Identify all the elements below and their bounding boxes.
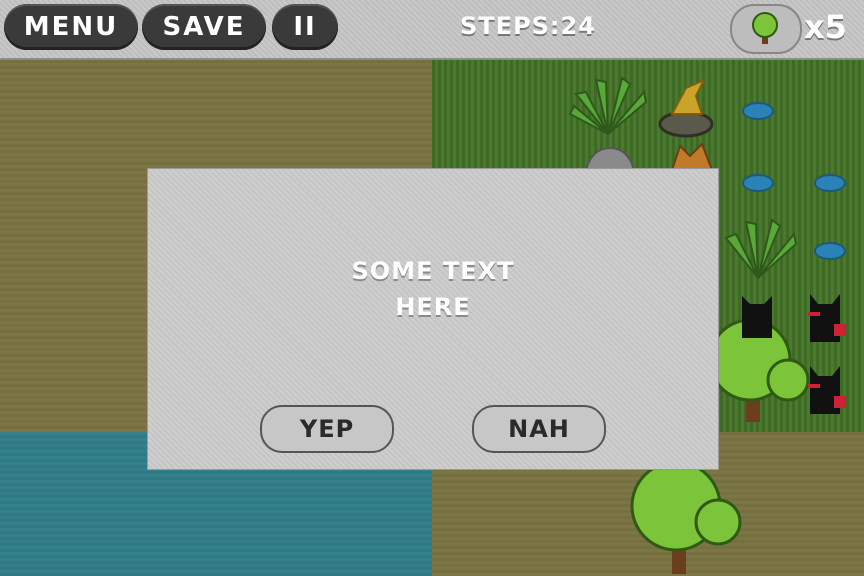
tree-count-value: x5 — [804, 8, 847, 46]
nah-button[interactable]: NAH — [472, 405, 606, 453]
black-cat-creature — [808, 294, 846, 342]
tree-icon — [752, 12, 778, 44]
top-toolbar: MENU SAVE II STEPS:24 x5 — [0, 0, 864, 60]
bush — [630, 460, 742, 574]
yep-button[interactable]: YEP — [260, 405, 394, 453]
water-puddle — [814, 242, 846, 260]
steps-counter: STEPS:24 — [460, 12, 596, 40]
menu-button[interactable]: MENU — [4, 4, 138, 50]
fern-plant — [568, 76, 648, 135]
water-puddle — [742, 102, 774, 120]
pause-icon: II — [293, 12, 317, 42]
save-button[interactable]: SAVE — [142, 4, 266, 50]
confirm-dialog: SOME TEXT HERE YEP NAH — [147, 168, 719, 470]
water-puddle — [814, 174, 846, 192]
tree-counter-badge — [730, 4, 802, 54]
fern-plant — [724, 218, 798, 279]
black-cat-creature — [808, 366, 846, 414]
pause-button[interactable]: II — [272, 4, 338, 50]
water-puddle — [742, 174, 774, 192]
rock — [584, 146, 636, 170]
fox-creature — [670, 142, 714, 170]
dialog-message: SOME TEXT HERE — [351, 257, 515, 321]
black-cat-creature — [742, 296, 772, 338]
bird-nest — [658, 77, 714, 138]
